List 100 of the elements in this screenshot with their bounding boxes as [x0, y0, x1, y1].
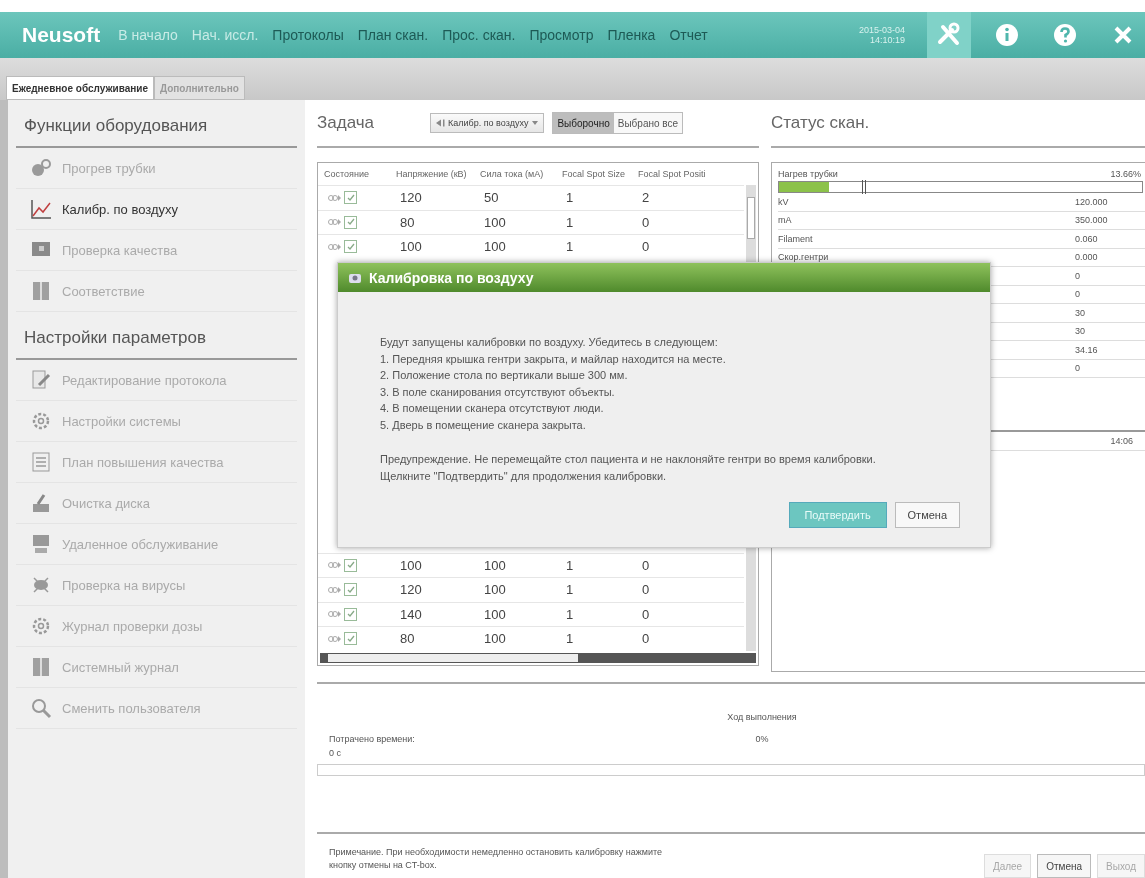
table-cell-text: 100	[483, 631, 507, 647]
caret-icon	[531, 120, 540, 126]
progress-reading: 0%	[755, 734, 769, 745]
link-icon	[328, 561, 342, 570]
row-checkbox[interactable]	[344, 632, 357, 646]
column-header: Состояние	[323, 169, 370, 179]
table-cell-text: 0	[641, 239, 651, 255]
table-cell-text: 0	[641, 631, 651, 647]
chart-icon	[30, 198, 52, 220]
parameter-value: 34.16	[1075, 344, 1099, 355]
sidebar-item[interactable]: Проверка качества	[16, 230, 297, 271]
table-cell-text: 140	[399, 606, 423, 622]
sidebar-item[interactable]: План повышения качества	[16, 442, 297, 483]
tools-icon[interactable]	[927, 12, 971, 58]
elapsed-label: Потрачено времени:	[329, 734, 415, 745]
nav-link[interactable]: Пленка	[607, 27, 656, 43]
table-cell-text: 100	[483, 557, 507, 573]
nav-link[interactable]: Отчет	[669, 27, 708, 43]
parameter-value: 0	[1075, 289, 1081, 300]
sidebar-item[interactable]: Соответствие	[16, 271, 297, 312]
date-text: 2015-03-04	[858, 25, 905, 35]
table-cell-text: 100	[483, 239, 507, 255]
gear-icon	[30, 410, 52, 432]
link-icon	[328, 218, 342, 227]
parameter-value: 14:06	[1109, 435, 1134, 446]
mode-toggle[interactable]: Выборочно	[553, 113, 614, 133]
column-header: Напряжение (кВ)	[395, 169, 468, 179]
mode-toggle[interactable]: Выбрано все	[613, 113, 683, 133]
parameter-value: 0	[1075, 270, 1081, 281]
row-checkbox[interactable]	[344, 215, 357, 229]
table-cell-text: 1	[565, 606, 575, 622]
logo: Neusoft	[22, 23, 101, 47]
table-cell-text: 100	[399, 239, 423, 255]
checklist-item: 2. Положение стола по вертикали выше 300 мм.	[380, 368, 629, 383]
tab[interactable]: Ежедневное обслуживание	[6, 76, 154, 100]
row-checkbox[interactable]	[344, 607, 357, 621]
back-icon	[435, 119, 446, 127]
cancel-button[interactable]: Отмена	[894, 502, 960, 528]
column-header: Focal Spot Size	[561, 169, 627, 179]
link-icon	[328, 610, 342, 619]
confirm-button[interactable]: Подтвердить	[788, 502, 887, 528]
section-heading: Настройки параметров	[16, 312, 297, 360]
sidebar-item[interactable]: Очистка диска	[16, 483, 297, 524]
table-cell-text: 1	[565, 214, 575, 230]
link-icon	[328, 193, 342, 202]
table-cell-text: 0	[641, 214, 651, 230]
computer-icon	[30, 533, 52, 555]
sidebar-item[interactable]: Удаленное обслуживание	[16, 524, 297, 565]
table-cell-text: 1	[565, 239, 575, 255]
checklist-item: 4. В помещении сканера отсутствуют люди.	[380, 401, 605, 416]
nav-link[interactable]: Прос. скан.	[442, 27, 516, 43]
nav-link[interactable]: Просмотр	[529, 27, 594, 43]
dialog-text: Щелкните "Подтвердить" для продолжения калибровки.	[380, 468, 668, 484]
nav-link[interactable]: План скан.	[357, 27, 429, 43]
tab[interactable]: Дополнительно	[153, 76, 245, 100]
search-icon	[30, 697, 52, 719]
parameter-value: 0.000	[1075, 252, 1099, 263]
row-checkbox[interactable]	[344, 583, 357, 597]
sidebar-item[interactable]: Журнал проверки дозы	[16, 606, 297, 647]
table-cell-text: 0	[641, 606, 651, 622]
sidebar-item[interactable]: Проверка на вирусы	[16, 565, 297, 606]
parameter-value: 120.000	[1075, 196, 1109, 207]
row-checkbox[interactable]	[344, 558, 357, 572]
column-header: Focal Spot Positi	[637, 169, 707, 179]
table-cell-text: 1	[565, 557, 575, 573]
table-cell-text: 120	[399, 190, 423, 206]
checklist-item: 1. Передняя крышка гентри закрыта, и майлар находится на месте.	[380, 351, 727, 367]
elapsed-value: 0 с	[329, 748, 342, 759]
link-icon	[328, 634, 342, 643]
sidebar-item[interactable]: Системный журнал	[16, 647, 297, 688]
table-cell-text: 80	[399, 631, 416, 647]
table-cell-text: 100	[483, 606, 507, 622]
sidebar-item[interactable]: Редактирование протокола	[16, 360, 297, 401]
panel-title: Задача	[317, 113, 375, 133]
scrollbar[interactable]	[320, 652, 756, 663]
heat-reading: 13.66%	[1110, 169, 1141, 179]
row-checkbox[interactable]	[344, 191, 357, 205]
sidebar-item[interactable]: Калибр. по воздуху	[16, 189, 297, 230]
checklist-icon	[30, 451, 52, 473]
sidebar-item[interactable]: Сменить пользователя	[16, 688, 297, 729]
parameter-value: 350.000	[1075, 215, 1109, 226]
brush-icon	[30, 492, 52, 514]
gear-icon	[30, 615, 52, 637]
checklist-item: 3. В поле сканирования отсутствуют объекты.	[380, 384, 616, 400]
link-icon	[328, 585, 342, 594]
table-cell-text: 100	[483, 582, 507, 598]
checklist-item: 5. Дверь в помещение сканера закрыта.	[380, 417, 587, 433]
task-dropdown[interactable]: Калибр. по воздуху	[430, 113, 545, 133]
table-cell-text: 1	[565, 190, 575, 206]
parameter-value: 30	[1075, 307, 1086, 318]
footer-button[interactable]: Отмена	[1037, 854, 1092, 878]
parameter-label: kV	[778, 196, 790, 207]
sidebar-item[interactable]: Настройки системы	[16, 401, 297, 442]
parameter-label: Filament	[778, 233, 814, 244]
table-cell-text: 100	[483, 214, 507, 230]
progress-label: Ход выполнения	[727, 712, 797, 723]
nav-link[interactable]: Протоколы	[272, 27, 344, 43]
dialog-text: Предупреждение. Не перемещайте стол пациента и не наклоняйте гентри во время калибровки.	[380, 452, 877, 467]
row-checkbox[interactable]	[344, 240, 357, 254]
sidebar-item[interactable]: Прогрев трубки	[16, 148, 297, 189]
